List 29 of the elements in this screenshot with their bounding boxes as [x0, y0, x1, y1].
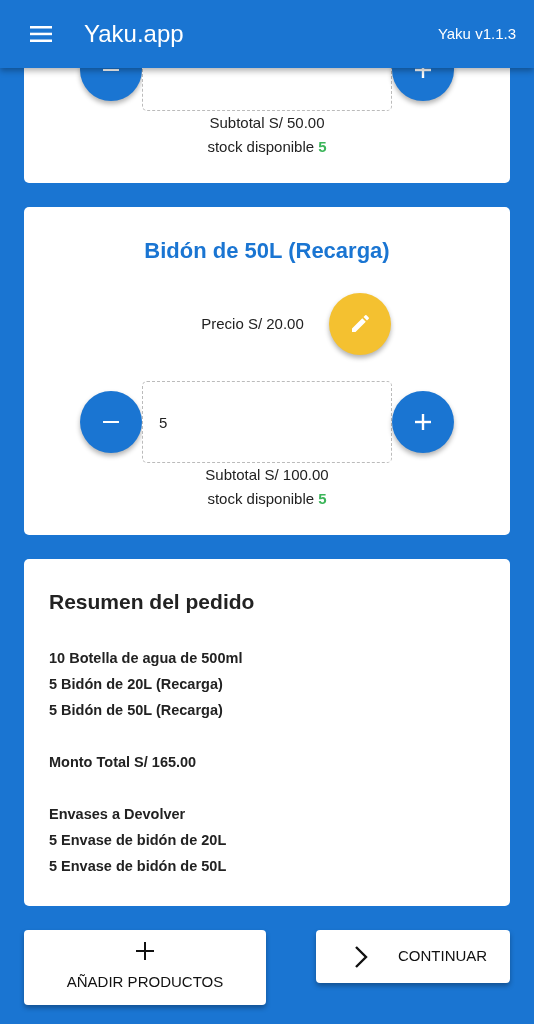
add-products-button[interactable]: AÑADIR PRODUCTOS: [24, 930, 266, 1005]
subtotal-label: Subtotal S/ 50.00: [208, 113, 326, 133]
total-label: Monto Total S/ 165.00: [49, 753, 198, 772]
subtotal-label: Subtotal S/ 100.00: [204, 465, 330, 485]
menu-button[interactable]: [30, 26, 52, 42]
plus-icon: [415, 414, 431, 430]
decrease-button[interactable]: [80, 391, 142, 453]
summary-title: Resumen del pedido: [49, 589, 256, 615]
minus-icon: [103, 420, 119, 424]
quantity-field[interactable]: 5: [142, 381, 392, 463]
increase-button[interactable]: [392, 391, 454, 453]
summary-item: 5 Bidón de 50L (Recarga): [49, 701, 224, 720]
pencil-icon: [349, 314, 370, 334]
menu-icon: [30, 26, 52, 42]
returns-title: Envases a Devolver: [49, 805, 187, 824]
summary-item: 10 Botella de agua de 500ml: [49, 649, 244, 668]
app-title: Yaku.app: [84, 19, 184, 49]
stock-label: stock disponible 5: [206, 137, 328, 157]
stock-label: stock disponible 5: [206, 489, 328, 509]
price-label: Precio S/ 20.00: [201, 313, 304, 334]
continue-button[interactable]: CONTINUAR: [316, 930, 510, 983]
chevron-right-icon: [354, 944, 368, 969]
version-label: Yaku v1.1.3: [437, 23, 516, 44]
plus-icon: [135, 941, 155, 962]
product-name: Bidón de 50L (Recarga): [143, 237, 391, 265]
summary-item: 5 Bidón de 20L (Recarga): [49, 675, 224, 694]
return-item: 5 Envase de bidón de 20L: [49, 831, 228, 850]
minus-icon: [103, 68, 119, 72]
return-item: 5 Envase de bidón de 50L: [49, 857, 228, 876]
